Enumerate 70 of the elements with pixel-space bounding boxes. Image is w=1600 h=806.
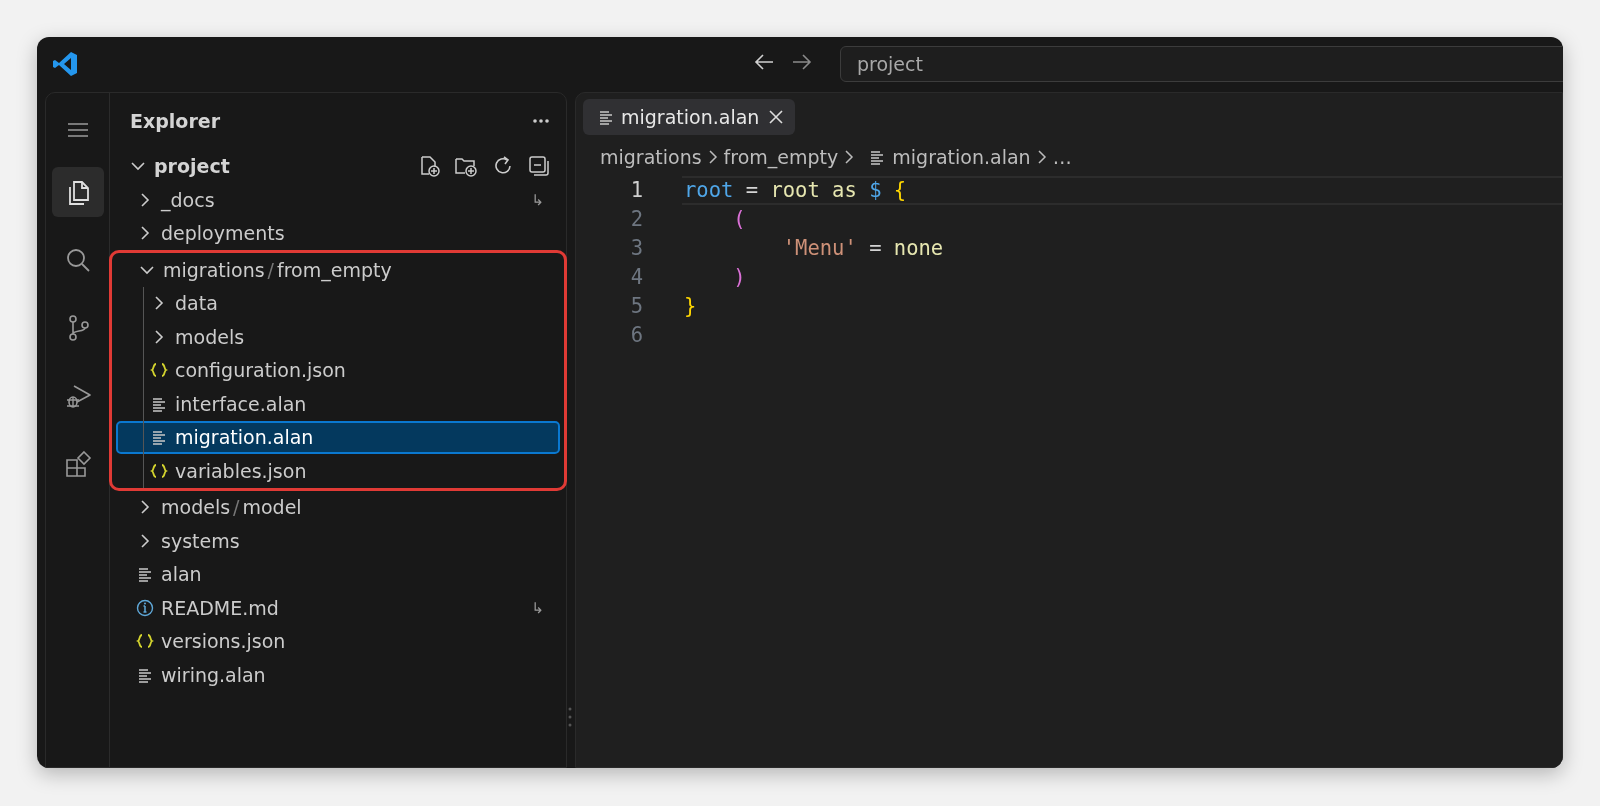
tree-row[interactable]: models/model <box>114 490 562 524</box>
collapse-all-icon[interactable] <box>528 155 550 177</box>
tree-row[interactable]: alan <box>114 557 562 591</box>
tree-row[interactable]: variables.json <box>116 454 560 488</box>
file-label: configuration.json <box>175 358 346 383</box>
extensions-icon <box>63 450 92 478</box>
file-label: variables.json <box>175 458 307 484</box>
braces-icon <box>150 461 168 480</box>
breadcrumb[interactable]: migrations <box>600 142 702 172</box>
lines-icon <box>868 148 885 166</box>
braces-icon <box>150 361 168 380</box>
tree-row[interactable]: deployments <box>114 216 562 250</box>
line-number: 1 <box>629 177 643 205</box>
tree-row[interactable]: models <box>116 320 560 354</box>
tree-row[interactable]: README.md ↳ <box>114 591 562 625</box>
folder-label: systems <box>161 528 240 554</box>
folder-label: models <box>175 324 245 350</box>
folder-label: models/model <box>161 495 302 520</box>
tree-row[interactable]: data <box>116 286 560 320</box>
code-line: } <box>683 293 698 321</box>
lines-icon <box>136 565 154 584</box>
file-label: wiring.alan <box>161 662 266 688</box>
lines-icon <box>597 108 613 126</box>
line-number: 2 <box>629 206 643 234</box>
folder-label: migrations/from_empty <box>163 257 392 284</box>
breadcrumb[interactable]: migration.alan <box>868 142 1031 172</box>
tree-row[interactable]: versions.json <box>114 624 562 658</box>
info-icon <box>136 598 154 617</box>
line-number: 5 <box>629 293 643 321</box>
code-line: 'Menu' = none <box>781 235 945 263</box>
editor-tab[interactable]: migration.alan <box>583 99 796 135</box>
file-label: migration.alan <box>175 425 314 450</box>
more-icon[interactable] <box>532 118 550 124</box>
line-number: 3 <box>629 235 643 263</box>
close-icon[interactable] <box>767 108 786 126</box>
tree-row[interactable]: wiring.alan <box>114 658 562 692</box>
badge-arrow: ↳ <box>531 189 544 211</box>
breadcrumb[interactable]: … <box>1052 142 1072 172</box>
folder-label: project <box>154 153 230 179</box>
badge-arrow: ↳ <box>531 597 544 619</box>
refresh-icon[interactable] <box>492 155 514 177</box>
tree-row[interactable]: configuration.json <box>116 353 560 387</box>
tree-row[interactable]: systems <box>114 524 562 558</box>
code-line: ( <box>732 206 747 234</box>
command-center-field[interactable]: project <box>840 46 1563 82</box>
new-file-icon[interactable] <box>418 155 440 177</box>
line-number: 6 <box>629 322 643 350</box>
tree-row[interactable]: migrations/from_empty <box>116 253 560 287</box>
file-label: versions.json <box>161 629 286 654</box>
file-label: alan <box>161 562 202 587</box>
activity-bar-button[interactable] <box>51 167 104 217</box>
file-label: interface.alan <box>175 391 307 417</box>
file-label: README.md <box>161 595 279 621</box>
tree-row[interactable]: migration.alan <box>116 420 560 454</box>
line-number: 4 <box>629 264 643 292</box>
folder-label: _docs <box>161 187 215 214</box>
braces-icon <box>136 632 154 651</box>
resize-handle-icon[interactable] <box>568 707 572 727</box>
tree-row[interactable]: _docs ↳ <box>114 183 562 217</box>
breadcrumb[interactable]: from_empty <box>723 142 839 172</box>
app-logo-icon <box>52 51 78 77</box>
tree-row[interactable]: project <box>110 149 566 183</box>
folder-label: data <box>175 291 218 316</box>
code-line: ) <box>732 264 747 292</box>
folder-label: deployments <box>161 221 285 246</box>
code-line: root = root as $ { <box>682 176 1562 205</box>
lines-icon <box>150 428 168 447</box>
new-folder-icon[interactable] <box>454 155 478 177</box>
explorer-title: Explorer <box>130 108 221 134</box>
tree-row[interactable]: interface.alan <box>116 387 560 421</box>
